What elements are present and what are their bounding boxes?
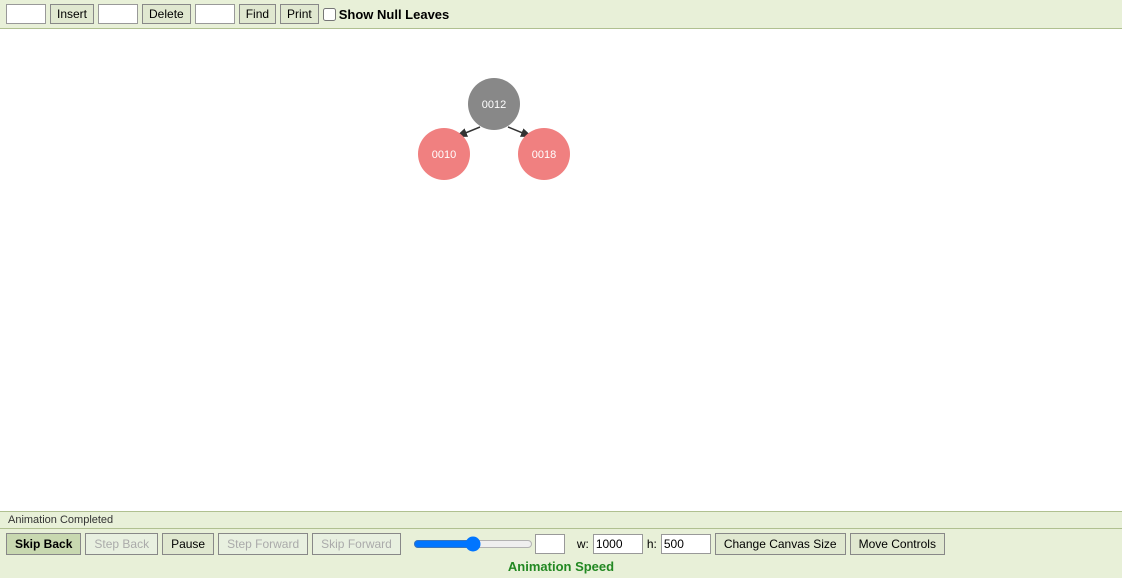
speed-slider-container — [413, 534, 565, 554]
insert-button[interactable]: Insert — [50, 4, 94, 24]
show-null-leaves-checkbox[interactable] — [323, 8, 336, 21]
bottom-wrapper: Skip Back Step Back Pause Step Forward S… — [0, 528, 1122, 578]
print-button[interactable]: Print — [280, 4, 319, 24]
bottom-controls: Skip Back Step Back Pause Step Forward S… — [0, 528, 1122, 559]
change-canvas-button[interactable]: Change Canvas Size — [715, 533, 846, 555]
animation-speed-label: Animation Speed — [508, 559, 614, 574]
animation-speed-slider[interactable] — [413, 535, 533, 553]
step-back-button[interactable]: Step Back — [85, 533, 158, 555]
insert-input[interactable] — [6, 4, 46, 24]
find-input[interactable] — [195, 4, 235, 24]
skip-forward-button[interactable]: Skip Forward — [312, 533, 401, 555]
pause-button[interactable]: Pause — [162, 533, 214, 555]
animation-speed-value[interactable] — [535, 534, 565, 554]
canvas-w-input[interactable] — [593, 534, 643, 554]
tree-svg: 0012 0010 0018 — [0, 29, 1122, 511]
show-null-leaves-text: Show Null Leaves — [339, 7, 450, 22]
status-bar: Animation Completed — [0, 511, 1122, 528]
canvas-h-input[interactable] — [661, 534, 711, 554]
node-left-label: 0010 — [432, 149, 456, 161]
skip-back-button[interactable]: Skip Back — [6, 533, 81, 555]
delete-input[interactable] — [98, 4, 138, 24]
delete-button[interactable]: Delete — [142, 4, 191, 24]
node-root-label: 0012 — [482, 99, 506, 111]
find-button[interactable]: Find — [239, 4, 276, 24]
status-message: Animation Completed — [8, 514, 113, 526]
node-right-label: 0018 — [532, 149, 556, 161]
toolbar: Insert Delete Find Print Show Null Leave… — [0, 0, 1122, 29]
canvas-h-label: h: — [647, 537, 657, 551]
move-controls-button[interactable]: Move Controls — [850, 533, 945, 555]
step-forward-button[interactable]: Step Forward — [218, 533, 308, 555]
canvas-size-section: w: h: Change Canvas Size Move Controls — [577, 533, 945, 555]
animation-label-row: Animation Speed — [0, 559, 1122, 578]
show-null-leaves-label[interactable]: Show Null Leaves — [323, 7, 450, 22]
canvas-area: 0012 0010 0018 — [0, 29, 1122, 511]
canvas-w-label: w: — [577, 537, 589, 551]
